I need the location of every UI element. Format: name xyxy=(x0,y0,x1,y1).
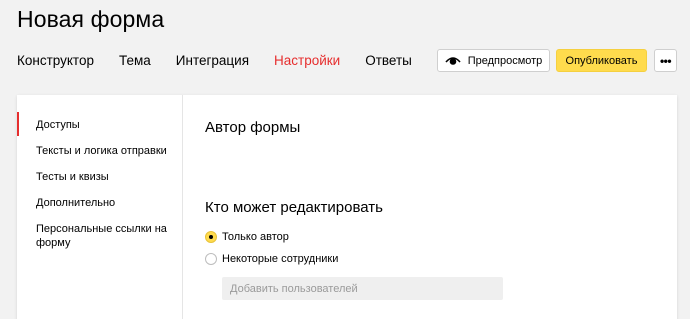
radio-some-employees[interactable]: Некоторые сотрудники xyxy=(205,253,338,265)
more-icon: ••• xyxy=(659,53,672,68)
add-users-input[interactable] xyxy=(222,277,503,300)
radio-checked-icon xyxy=(205,231,217,243)
page-title: Новая форма xyxy=(17,6,165,32)
sidebar-item-access[interactable]: Доступы xyxy=(36,118,176,132)
publish-button[interactable]: Опубликовать xyxy=(556,49,647,72)
page: Новая форма Конструктор Тема Интеграция … xyxy=(0,0,690,319)
publish-button-label: Опубликовать xyxy=(565,54,638,67)
sidebar-item-tests-quizzes[interactable]: Тесты и квизы xyxy=(36,170,176,184)
sidebar-item-additional[interactable]: Дополнительно xyxy=(36,196,176,210)
tab-constructor[interactable]: Конструктор xyxy=(17,52,94,72)
radio-only-author-label: Только автор xyxy=(222,231,289,243)
tab-integration[interactable]: Интеграция xyxy=(176,52,249,72)
more-options-button[interactable]: ••• xyxy=(654,49,677,72)
eye-icon xyxy=(445,56,461,65)
tab-bar: Конструктор Тема Интеграция Настройки От… xyxy=(17,52,437,72)
settings-sidebar: Доступы Тексты и логика отправки Тесты и… xyxy=(17,95,183,319)
active-item-indicator xyxy=(17,112,19,136)
settings-content: Автор формы Кто может редактировать Толь… xyxy=(205,95,677,319)
radio-some-employees-label: Некоторые сотрудники xyxy=(222,253,339,265)
sidebar-item-personal-links[interactable]: Персональные ссылки на форму xyxy=(36,222,176,250)
author-heading: Автор формы xyxy=(205,119,301,136)
preview-button[interactable]: Предпросмотр xyxy=(437,49,550,72)
preview-button-label: Предпросмотр xyxy=(467,54,543,67)
radio-unchecked-icon xyxy=(205,253,217,265)
sidebar-item-texts-logic[interactable]: Тексты и логика отправки xyxy=(36,144,176,158)
tab-answers[interactable]: Ответы xyxy=(365,52,412,72)
tab-theme[interactable]: Тема xyxy=(119,52,151,72)
settings-card: Доступы Тексты и логика отправки Тесты и… xyxy=(17,95,677,319)
radio-only-author[interactable]: Только автор xyxy=(205,231,289,243)
tab-settings[interactable]: Настройки xyxy=(274,52,340,72)
edit-permissions-heading: Кто может редактировать xyxy=(205,199,383,216)
